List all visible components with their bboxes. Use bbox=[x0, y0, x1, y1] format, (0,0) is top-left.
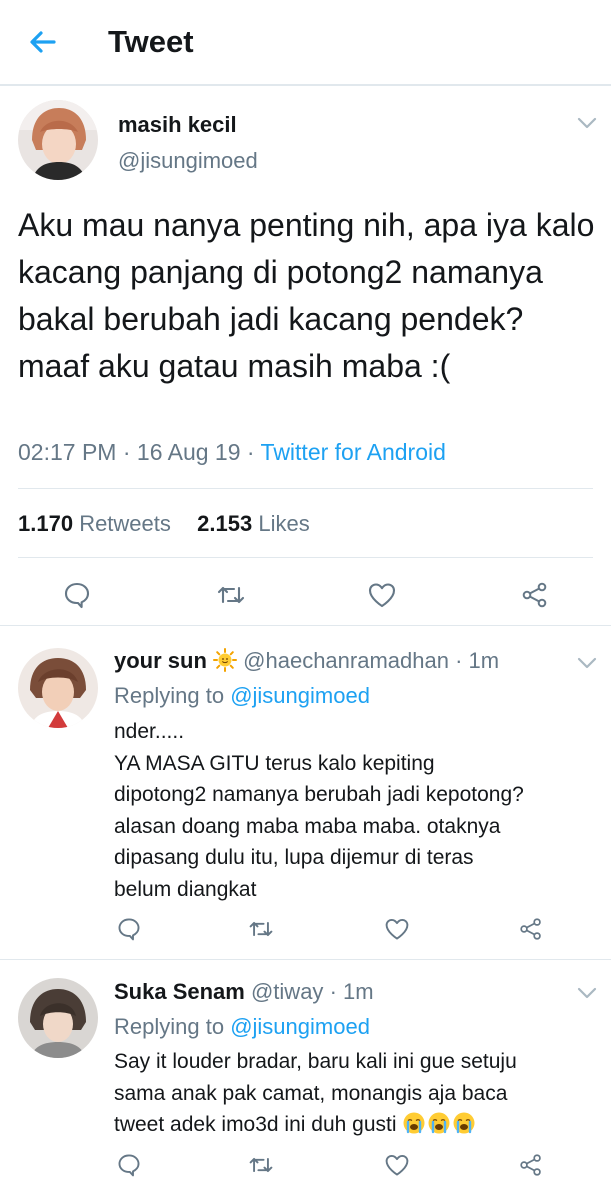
heart-icon[interactable] bbox=[384, 1152, 410, 1178]
author-name[interactable]: your sun bbox=[114, 648, 207, 673]
reply-icon[interactable] bbox=[116, 1152, 142, 1178]
meta-dot: · bbox=[329, 979, 344, 1004]
divider bbox=[18, 557, 593, 558]
meta-dot: · bbox=[455, 648, 469, 673]
reply-text-line: belum diangkat bbox=[114, 877, 257, 901]
heart-icon[interactable] bbox=[384, 916, 410, 942]
author-handle[interactable]: @tiway bbox=[251, 979, 323, 1004]
replying-prefix: Replying to bbox=[114, 1014, 225, 1039]
retweet-icon[interactable] bbox=[248, 916, 274, 942]
sun-emoji-icon bbox=[213, 648, 238, 672]
retweets-count[interactable]: 1.170 bbox=[18, 511, 73, 536]
reply-text-line: nder..... bbox=[114, 720, 185, 743]
retweet-icon[interactable] bbox=[216, 580, 246, 610]
tweet-time: 02:17 PM bbox=[18, 439, 117, 465]
retweet-icon[interactable] bbox=[248, 1152, 274, 1178]
reply-text-line: alasan doang maba maba maba. otaknya bbox=[114, 814, 501, 838]
replying-to-handle[interactable]: @jisungimoed bbox=[230, 683, 370, 708]
author-name[interactable]: masih kecil bbox=[118, 112, 237, 138]
reply-text: Say it louder bradar, baru kali ini gue … bbox=[114, 1046, 604, 1141]
main-tweet: masih kecil @jisungimoed Aku mau nanya p… bbox=[0, 86, 611, 626]
reply-header: Suka Senam @tiway · 1m bbox=[114, 979, 374, 1005]
share-icon[interactable] bbox=[518, 1152, 544, 1178]
top-app-bar: Tweet bbox=[0, 0, 611, 86]
reply-text-line: sama anak pak camat, monangis aja baca bbox=[114, 1081, 508, 1105]
reply-time: 1m bbox=[468, 648, 500, 673]
replying-to: Replying to @jisungimoed bbox=[114, 683, 370, 709]
replying-to-handle[interactable]: @jisungimoed bbox=[230, 1014, 370, 1039]
avatar[interactable] bbox=[18, 978, 98, 1058]
reply-tweet[interactable]: Suka Senam @tiway · 1m Replying to @jisu… bbox=[0, 960, 611, 1200]
reply-tweet[interactable]: your sun @haechanramadhan · 1m Replying … bbox=[0, 626, 611, 960]
heart-icon[interactable] bbox=[367, 580, 397, 610]
share-icon[interactable] bbox=[518, 916, 544, 942]
retweets-label[interactable]: Retweets bbox=[79, 511, 171, 536]
reply-text-line: dipotong2 namanya berubah jadi kepotong? bbox=[114, 783, 524, 806]
reply-header: your sun @haechanramadhan · 1m bbox=[114, 648, 499, 674]
meta-dot: · bbox=[122, 439, 137, 465]
author-name[interactable]: Suka Senam bbox=[114, 979, 245, 1004]
reply-icon[interactable] bbox=[116, 916, 142, 942]
reply-text: nder..... YA MASA GITU terus kalo kepiti… bbox=[114, 716, 604, 905]
replying-to: Replying to @jisungimoed bbox=[114, 1014, 370, 1040]
tweet-meta: 02:17 PM · 16 Aug 19 · Twitter for Andro… bbox=[18, 439, 446, 466]
engagement-stats: 1.170 Retweets 2.153 Likes bbox=[18, 511, 310, 537]
reply-text-line: tweet adek imo3d ini duh gusti bbox=[114, 1113, 397, 1136]
share-icon[interactable] bbox=[520, 580, 550, 610]
avatar[interactable] bbox=[18, 648, 98, 728]
reply-text-line-with-emoji: tweet adek imo3d ini duh gusti bbox=[114, 1109, 604, 1141]
author-handle[interactable]: @haechanramadhan bbox=[243, 648, 449, 673]
reply-time: 1m bbox=[343, 979, 374, 1004]
author-handle[interactable]: @jisungimoed bbox=[118, 148, 258, 174]
replying-prefix: Replying to bbox=[114, 683, 225, 708]
chevron-down-icon[interactable] bbox=[576, 116, 598, 130]
reply-text-line: Say it louder bradar, baru kali ini gue … bbox=[114, 1050, 517, 1073]
back-arrow-icon[interactable] bbox=[26, 26, 58, 58]
chevron-down-icon[interactable] bbox=[576, 986, 598, 1000]
page-title: Tweet bbox=[108, 24, 194, 59]
reply-text-line: YA MASA GITU terus kalo kepiting bbox=[114, 751, 435, 775]
meta-dot: · bbox=[246, 439, 261, 465]
reply-icon[interactable] bbox=[62, 580, 92, 610]
loudly-crying-face-emoji-icon bbox=[402, 1112, 477, 1136]
tweet-text: Aku mau nanya penting nih, apa iya kalo … bbox=[18, 207, 595, 384]
tweet-source-link[interactable]: Twitter for Android bbox=[261, 439, 446, 465]
divider bbox=[18, 488, 593, 489]
tweet-date: 16 Aug 19 bbox=[136, 439, 241, 465]
reply-text-line: dipasang dulu itu, lupa dijemur di teras bbox=[114, 846, 474, 869]
likes-label[interactable]: Likes bbox=[258, 511, 309, 536]
chevron-down-icon[interactable] bbox=[576, 656, 598, 670]
avatar[interactable] bbox=[18, 100, 98, 180]
likes-count[interactable]: 2.153 bbox=[197, 511, 252, 536]
